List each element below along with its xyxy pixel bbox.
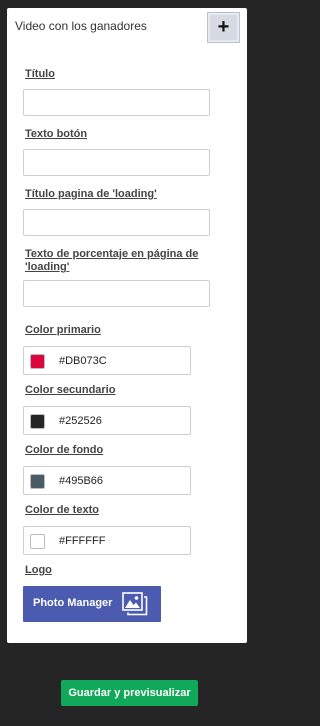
panel-title: Video con los ganadores <box>15 19 147 33</box>
texto-porcentaje-label: Texto de porcentaje en página de 'loadin… <box>25 248 199 273</box>
texto-boton-input[interactable] <box>23 149 210 176</box>
add-button[interactable]: + <box>207 12 240 43</box>
photo-manager-label: Photo Manager <box>33 597 113 609</box>
color-texto-value: #FFFFFF <box>59 535 106 547</box>
color-texto-label: Color de texto <box>25 504 99 516</box>
photo-manager-button[interactable]: Photo Manager <box>23 586 161 622</box>
color-secundario-swatch[interactable] <box>30 414 45 429</box>
titulo-label: Título <box>25 68 55 80</box>
color-primario-value: #DB073C <box>59 355 107 367</box>
color-secundario-value: #252526 <box>59 415 102 427</box>
color-fondo-input[interactable]: #495B66 <box>23 466 191 495</box>
color-primario-input[interactable]: #DB073C <box>23 346 191 375</box>
color-secundario-label: Color secundario <box>25 384 116 396</box>
color-texto-input[interactable]: #FFFFFF <box>23 526 191 555</box>
photo-gallery-icon <box>122 592 148 616</box>
color-secundario-input[interactable]: #252526 <box>23 406 191 435</box>
settings-panel: Video con los ganadores + Título Texto b… <box>7 8 247 643</box>
color-texto-swatch[interactable] <box>30 534 45 549</box>
color-fondo-label: Color de fondo <box>25 444 104 456</box>
color-primario-label: Color primario <box>25 324 101 336</box>
texto-boton-label: Texto botón <box>25 128 88 140</box>
texto-porcentaje-input[interactable] <box>23 280 210 307</box>
color-fondo-swatch[interactable] <box>30 474 45 489</box>
color-primario-swatch[interactable] <box>30 354 45 369</box>
titulo-input[interactable] <box>23 89 210 116</box>
color-fondo-value: #495B66 <box>59 475 104 487</box>
titulo-loading-label: Título pagina de 'loading' <box>25 188 157 200</box>
logo-label: Logo <box>25 564 52 576</box>
titulo-loading-input[interactable] <box>23 209 210 236</box>
save-preview-button[interactable]: Guardar y previsualizar <box>61 680 198 706</box>
